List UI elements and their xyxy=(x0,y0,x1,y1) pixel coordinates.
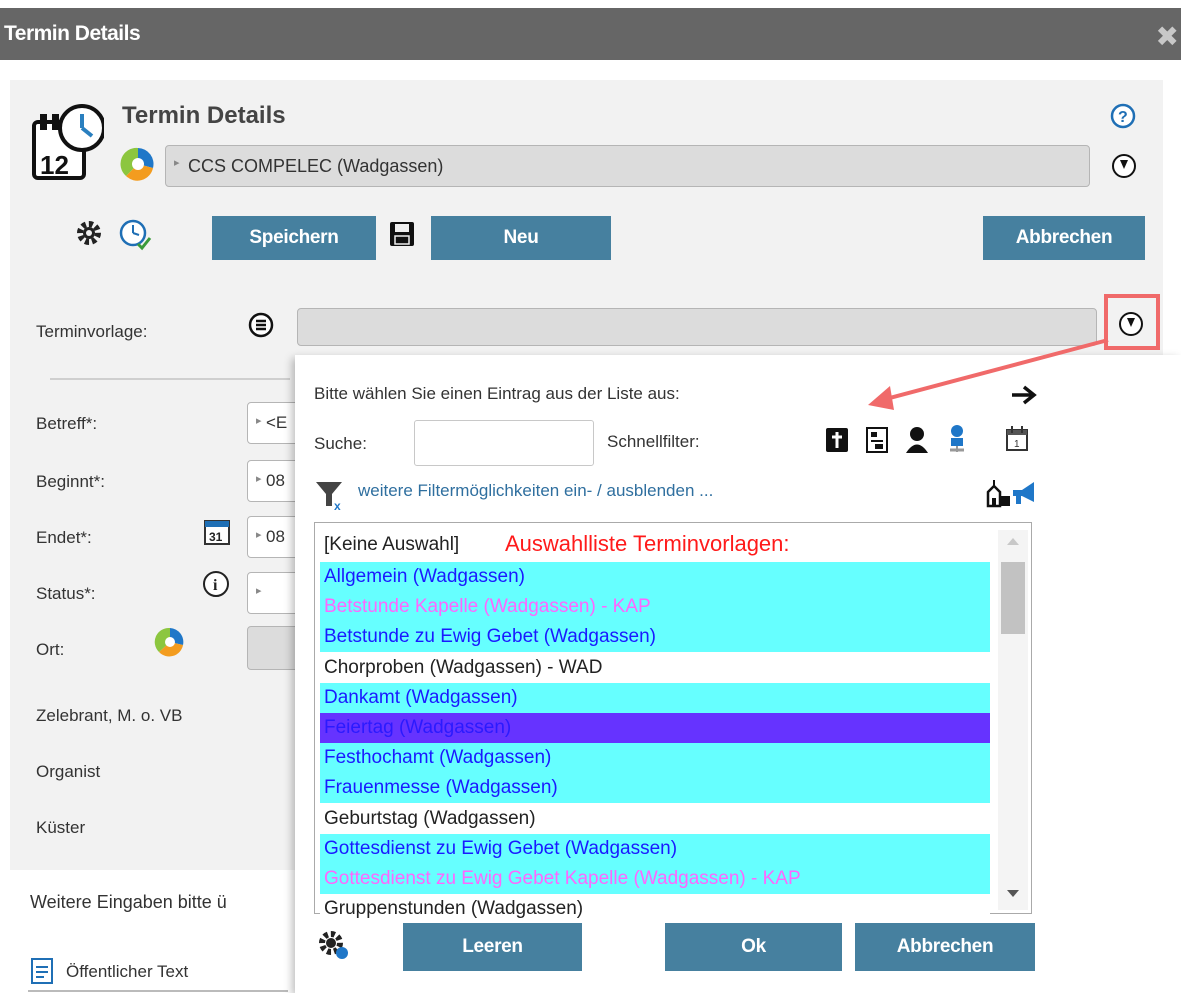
celebrant-label: Zelebrant, M. o. VB xyxy=(36,706,183,725)
gear-icon[interactable] xyxy=(316,928,350,962)
svg-text:12: 12 xyxy=(40,150,69,180)
megaphone-icon[interactable] xyxy=(1010,478,1036,508)
cross-book-icon[interactable] xyxy=(824,426,850,454)
save-button[interactable]: Speichern xyxy=(212,216,376,260)
cancel-button[interactable]: Abbrechen xyxy=(983,216,1145,260)
seated-person-icon[interactable] xyxy=(944,424,970,454)
svg-text:?: ? xyxy=(1118,109,1128,126)
dropdown-cancel-button[interactable]: Abbrechen xyxy=(855,923,1035,971)
end-label: Endet*: xyxy=(36,528,92,547)
calendar-day: 31 xyxy=(209,530,223,544)
download-circle-icon[interactable] xyxy=(1119,312,1143,336)
page-title: Termin Details xyxy=(122,102,286,129)
annotation-arrow xyxy=(868,338,1109,410)
list-item[interactable]: Dankamt (Wadgassen) xyxy=(320,682,990,713)
list-item[interactable]: Betstunde Kapelle (Wadgassen) - KAP xyxy=(320,592,990,623)
list-item[interactable]: Festhochamt (Wadgassen) xyxy=(320,743,990,774)
church-icon[interactable] xyxy=(984,480,1012,508)
organist-label: Organist xyxy=(36,762,101,781)
info-icon[interactable]: i xyxy=(202,570,230,598)
location-field[interactable]: ▸ CCS COMPELEC (Wadgassen) xyxy=(165,145,1090,187)
svg-text:1: 1 xyxy=(1014,439,1020,450)
quickfilter-label: Schnellfilter: xyxy=(607,432,700,451)
calendar-clock-icon: 12 xyxy=(32,104,104,180)
list-scrollbar[interactable] xyxy=(998,530,1028,910)
list-circle-icon[interactable] xyxy=(248,312,274,338)
location-pie-icon xyxy=(154,627,184,657)
end-value: 08 xyxy=(266,527,285,546)
divider xyxy=(50,378,290,380)
person-icon[interactable] xyxy=(904,426,930,454)
calendar-icon[interactable]: 1 xyxy=(1004,424,1030,454)
close-icon[interactable]: ✖ xyxy=(1156,20,1179,53)
public-text-label: Öffentlicher Text xyxy=(66,962,189,981)
ok-button[interactable]: Ok xyxy=(665,923,842,971)
list-item[interactable]: Feiertag (Wadgassen) xyxy=(320,713,990,743)
window-title: Termin Details xyxy=(4,22,141,45)
location-value: CCS COMPELEC (Wadgassen) xyxy=(188,156,444,176)
start-label: Beginnt*: xyxy=(36,472,105,491)
filter-clear-icon[interactable]: x xyxy=(314,478,348,512)
list-title: Auswahlliste Terminvorlagen: xyxy=(505,531,790,556)
list-item[interactable]: Frauenmesse (Wadgassen) xyxy=(320,773,990,804)
svg-text:x: x xyxy=(334,499,341,512)
document-icon[interactable] xyxy=(864,426,890,454)
new-button[interactable]: Neu xyxy=(431,216,611,260)
template-label: Terminvorlage: xyxy=(36,322,148,341)
info-glyph: i xyxy=(213,577,218,594)
location-label: Ort: xyxy=(36,640,65,659)
list-item[interactable]: Gruppenstunden (Wadgassen) xyxy=(320,894,990,925)
scroll-thumb[interactable] xyxy=(1001,562,1025,634)
subject-label: Betreff*: xyxy=(36,414,98,433)
subject-value: <E xyxy=(266,413,288,432)
status-label: Status*: xyxy=(36,584,96,603)
floppy-icon[interactable] xyxy=(388,220,416,248)
dropdown-prompt: Bitte wählen Sie einen Eintrag aus der L… xyxy=(314,384,680,403)
list-item[interactable]: Chorproben (Wadgassen) - WAD xyxy=(320,652,990,683)
help-icon[interactable]: ? xyxy=(1110,103,1136,129)
search-input[interactable] xyxy=(414,420,594,466)
start-value: 08 xyxy=(266,471,285,490)
list-header-option[interactable]: [Keine Auswahl] xyxy=(324,534,459,556)
location-pie-icon xyxy=(120,147,154,181)
list-item[interactable]: Gottesdienst zu Ewig Gebet Kapelle (Wadg… xyxy=(320,864,990,894)
list-item[interactable]: Geburtstag (Wadgassen) xyxy=(320,803,990,834)
document-text-icon xyxy=(31,958,53,984)
gear-icon[interactable] xyxy=(74,218,104,248)
window-titlebar: Termin Details ✖ xyxy=(0,8,1181,60)
list-item[interactable]: Betstunde zu Ewig Gebet (Wadgassen) xyxy=(320,622,990,653)
list-item[interactable]: Gottesdienst zu Ewig Gebet (Wadgassen) xyxy=(320,833,990,864)
list-item[interactable]: Allgemein (Wadgassen) xyxy=(320,562,990,592)
search-label: Suche: xyxy=(314,434,367,453)
underline xyxy=(28,990,288,992)
scroll-down-icon[interactable] xyxy=(1007,890,1019,897)
scroll-up-icon[interactable] xyxy=(1007,538,1019,545)
filter-toggle-link[interactable]: weitere Filtermöglichkeiten ein- / ausbl… xyxy=(358,481,713,501)
more-inputs-text: Weitere Eingaben bitte ü xyxy=(30,892,227,912)
calendar-icon[interactable]: 31 xyxy=(203,516,231,546)
sexton-label: Küster xyxy=(36,818,86,837)
download-circle-icon[interactable] xyxy=(1112,154,1136,178)
clock-check-icon[interactable] xyxy=(118,218,152,252)
clear-button[interactable]: Leeren xyxy=(403,923,582,971)
